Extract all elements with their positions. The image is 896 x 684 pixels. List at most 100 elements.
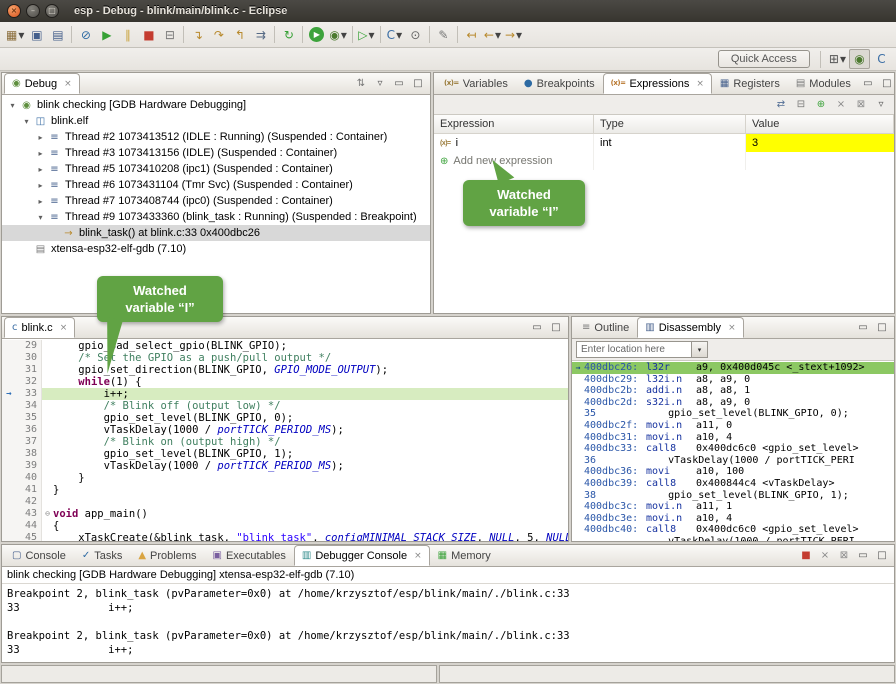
disassembly-instruction-row[interactable]: 400dbc29:l32i.na8, a9, 0 [572,374,894,386]
minimize-icon[interactable]: ▭ [390,75,408,92]
disassembly-instruction-row[interactable]: 400dbc2f:movi.na11, 0 [572,420,894,432]
add-expression-icon[interactable]: ⊕ [812,96,830,113]
view-menu-icon[interactable]: ▿ [872,96,890,113]
view-tab-outline[interactable]: ≡Outline [574,317,637,338]
view-tab-console[interactable]: ▢Console [4,545,74,566]
disassembly-source-row[interactable]: 36 vTaskDelay(1000 / portTICK_PERI [572,455,894,467]
column-header-value[interactable]: Value [746,115,894,133]
last-edit-location-icon[interactable]: ↤ [461,25,482,45]
maximize-icon[interactable]: □ [547,319,565,336]
program-item[interactable]: ▾◫blink.elf [2,113,430,129]
run-icon[interactable]: ▶ [306,25,327,45]
disassembly-instruction-row[interactable]: 400dbc40:call80x400dc6c0 <gpio_set_level… [572,524,894,536]
forward-icon[interactable]: →▾ [503,25,524,45]
code-line[interactable]: 36 vTaskDelay(1000 / portTICK_PERIOD_MS)… [2,424,568,436]
close-tab-icon[interactable]: × [64,79,72,89]
column-header-type[interactable]: Type [594,115,746,133]
disassembly-instruction-row[interactable]: 400dbc39:call80x400844c4 <vTaskDelay> [572,478,894,490]
back-icon[interactable]: ←▾ [482,25,503,45]
step-over-icon[interactable]: ↷ [208,25,229,45]
code-line[interactable]: 31 gpio_set_direction(BLINK_GPIO, GPIO_M… [2,364,568,376]
maximize-icon[interactable]: □ [873,319,891,336]
disassembly-instruction-row[interactable]: 400dbc3c:movi.na11, 1 [572,501,894,513]
remove-expression-icon[interactable]: × [832,96,850,113]
maximize-icon[interactable]: □ [878,75,896,92]
code-line[interactable]: 41} [2,484,568,496]
suspend-icon[interactable]: ∥ [117,25,138,45]
thread-item[interactable]: ▸≡Thread #5 1073410208 (ipc1) (Suspended… [2,161,430,177]
debug-icon[interactable]: ◉▾ [327,25,349,45]
view-tab-debugger-console[interactable]: ▥Debugger Console× [294,545,430,566]
disassembly-instruction-row[interactable]: 400dbc33:call80x400dc6c0 <gpio_set_level… [572,443,894,455]
tree-expander-icon[interactable]: ▸ [34,165,47,174]
view-menu-icon[interactable]: ▿ [371,75,389,92]
close-tab-icon[interactable]: × [414,551,422,561]
code-line[interactable]: 39 vTaskDelay(1000 / portTICK_PERIOD_MS)… [2,460,568,472]
launch-config-item[interactable]: ▾◉blink checking [GDB Hardware Debugging… [2,97,430,113]
collapse-all-icon[interactable]: ⊟ [792,96,810,113]
resume-icon[interactable]: ▶ [96,25,117,45]
debug-tab-debug[interactable]: ◉Debug× [4,73,80,94]
close-tab-icon[interactable]: × [60,323,68,333]
save-icon[interactable]: ▣ [26,25,47,45]
save-all-icon[interactable]: ▤ [47,25,68,45]
view-tab-breakpoints[interactable]: ●Breakpoints [516,73,603,94]
disassembly-instruction-row[interactable]: 400dbc31:movi.na10, 4 [572,432,894,444]
disassembly-instruction-row[interactable]: 400dbc36:movia10, 100 [572,466,894,478]
instruction-stepping-icon[interactable]: ⇉ [250,25,271,45]
maximize-icon[interactable]: □ [873,547,891,564]
code-editor[interactable]: 29 gpio_pad_select_gpio(BLINK_GPIO);30 /… [2,339,568,541]
terminate-icon[interactable]: ■ [138,25,159,45]
location-dropdown-icon[interactable]: ▾ [692,341,708,358]
step-return-icon[interactable]: ↰ [229,25,250,45]
disassembly-source-row[interactable]: 38 gpio_set_level(BLINK_GPIO, 1); [572,490,894,502]
remove-launch-icon[interactable]: × [816,547,834,564]
c-cpp-perspective-icon[interactable]: C [871,49,892,69]
code-line[interactable]: 40 } [2,472,568,484]
expression-row[interactable]: (x)=iint3 [434,134,894,152]
tree-expander-icon[interactable]: ▸ [34,149,47,158]
code-line[interactable]: 43⊖void app_main() [2,508,568,520]
new-wizard-icon[interactable]: ▦▾ [4,25,26,45]
thread-item[interactable]: ▸≡Thread #3 1073413156 (IDLE) (Suspended… [2,145,430,161]
external-tools-icon[interactable]: ▷▾ [356,25,377,45]
close-tab-icon[interactable]: × [696,79,704,89]
titlebar[interactable]: × – □ esp - Debug - blink/main/blink.c -… [0,0,896,22]
restart-icon[interactable]: ↻ [278,25,299,45]
mark-occurrences-icon[interactable]: ✎ [433,25,454,45]
window-minimize-button[interactable]: – [26,4,40,18]
disassembly-location-input[interactable] [576,341,692,358]
tree-expander-icon[interactable]: ▾ [6,101,19,110]
minimize-icon[interactable]: ▭ [528,319,546,336]
code-line[interactable]: 32 while(1) { [2,376,568,388]
disassembly-instruction-row[interactable]: →400dbc26:l32ra9, 0x400d045c <_stext+109… [572,362,894,374]
editor-tab-blink-c[interactable]: cblink.c× [4,317,75,338]
minimize-icon[interactable]: ▭ [854,547,872,564]
minimize-icon[interactable]: ▭ [859,75,877,92]
open-perspective-icon[interactable]: ⊞▾ [827,49,848,69]
thread-item[interactable]: ▾≡Thread #9 1073433360 (blink_task : Run… [2,209,430,225]
new-c-cpp-icon[interactable]: C▾ [384,25,405,45]
skip-all-breakpoints-icon[interactable]: ⊘ [75,25,96,45]
show-logical-structure-icon[interactable]: ⇄ [772,96,790,113]
tree-expander-icon[interactable]: ▸ [34,133,47,142]
fold-collapse-icon[interactable]: ⊖ [42,508,53,520]
remove-all-expressions-icon[interactable]: ⊠ [852,96,870,113]
view-tab-memory[interactable]: ▦Memory [430,545,499,566]
tree-expander-icon[interactable]: ▾ [34,213,47,222]
view-tab-executables[interactable]: ▣Executables [205,545,294,566]
column-header-expression[interactable]: Expression [434,115,594,133]
maximize-icon[interactable]: □ [409,75,427,92]
view-tab-expressions[interactable]: (x)=Expressions× [603,73,712,94]
thread-item[interactable]: ▸≡Thread #7 1073408744 (ipc0) (Suspended… [2,193,430,209]
step-filters-icon[interactable]: ⇅ [352,75,370,92]
tree-expander-icon[interactable]: ▸ [34,197,47,206]
disassembly-instruction-row[interactable]: 400dbc2b:addi.na8, a8, 1 [572,385,894,397]
code-line[interactable]: 38 gpio_set_level(BLINK_GPIO, 1); [2,448,568,460]
disassembly-instruction-row[interactable]: 400dbc3e:movi.na10, 4 [572,513,894,525]
window-close-button[interactable]: × [7,4,21,18]
code-line[interactable]: →33 i++; [2,388,568,400]
stack-frame-item[interactable]: →blink_task() at blink.c:33 0x400dbc26 [2,225,430,241]
code-line[interactable]: 30 /* Set the GPIO as a push/pull output… [2,352,568,364]
search-icon[interactable]: ⊙ [405,25,426,45]
